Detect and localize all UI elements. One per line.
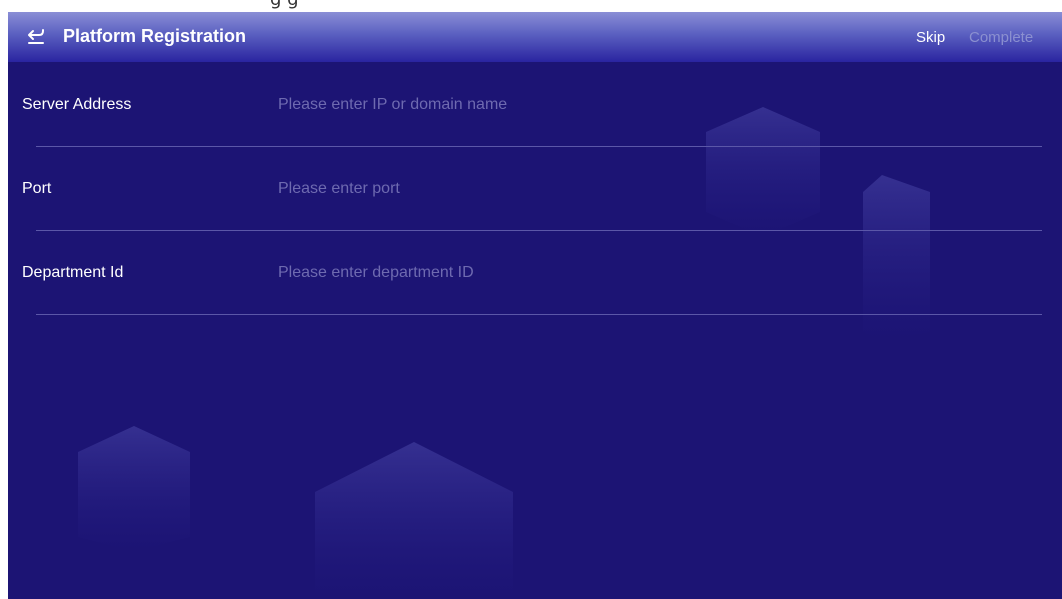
registration-screen: Platform Registration Skip Complete Serv… [8,12,1062,599]
hexagon-shape [78,426,190,552]
department-id-label: Department Id [22,264,124,281]
port-input[interactable] [278,177,698,201]
title-bar: Platform Registration Skip Complete [8,12,1062,62]
divider [36,230,1042,231]
return-arrow-icon[interactable] [25,27,47,47]
department-id-input[interactable] [278,261,698,285]
complete-button[interactable]: Complete [969,29,1033,46]
server-address-label: Server Address [22,96,132,113]
hexagon-shape [863,175,930,342]
server-address-input[interactable] [278,93,698,117]
top-cropped-caption: g g [0,0,1062,12]
hexagon-shape [706,107,820,237]
divider [36,314,1042,315]
hexagon-shape [315,442,513,599]
skip-button[interactable]: Skip [916,29,945,46]
page-title: Platform Registration [63,26,247,46]
divider [36,146,1042,147]
port-label: Port [22,180,52,197]
